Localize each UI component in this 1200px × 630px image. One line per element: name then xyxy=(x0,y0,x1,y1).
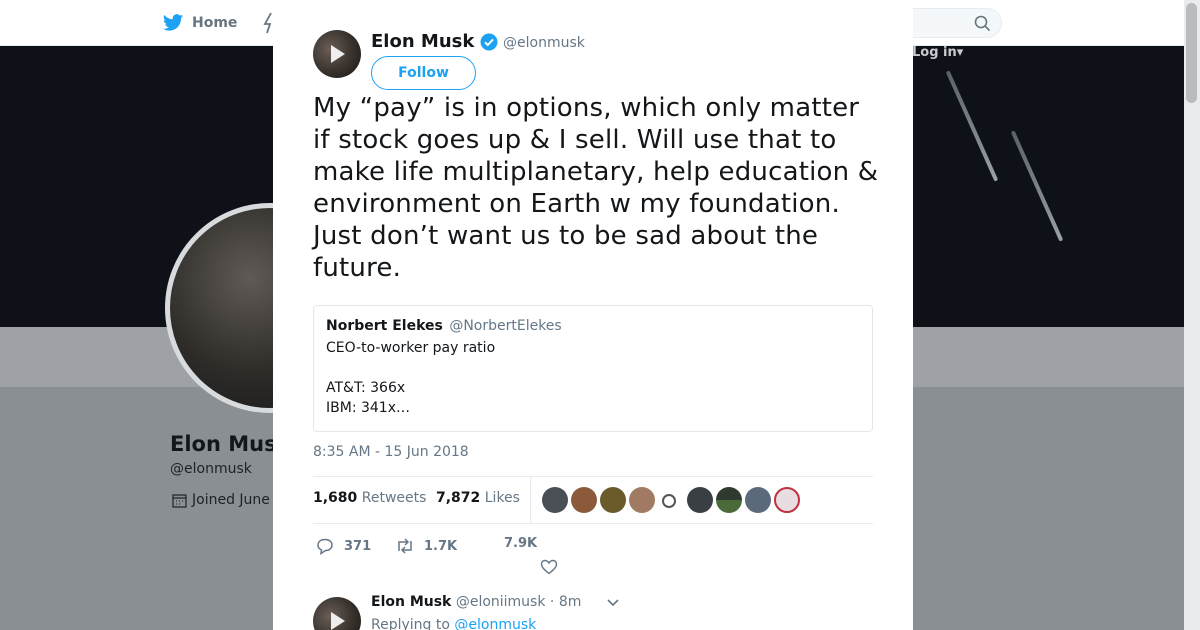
profile-joined-date: Joined June xyxy=(172,492,270,508)
retweets-stat[interactable]: 1,680 Retweets xyxy=(313,490,426,506)
author-avatar[interactable] xyxy=(313,30,361,78)
search-icon xyxy=(974,15,991,32)
liker-avatar[interactable] xyxy=(542,487,568,513)
liker-avatar[interactable] xyxy=(745,487,771,513)
quoted-tweet[interactable]: Norbert Elekes @NorbertElekes CEO-to-wor… xyxy=(313,305,873,432)
scrollbar-thumb[interactable] xyxy=(1186,3,1197,103)
author-name[interactable]: Elon Musk xyxy=(371,31,498,52)
liker-avatar[interactable] xyxy=(687,487,713,513)
likes-stat[interactable]: 7,872 Likes xyxy=(436,490,520,506)
quoted-author-name: Norbert Elekes xyxy=(326,318,443,334)
tweet-actions: 371 1.7K 7.9K xyxy=(313,534,873,584)
chevron-down-icon[interactable] xyxy=(606,598,620,608)
tweet-timestamp[interactable]: 8:35 AM - 15 Jun 2018 xyxy=(313,444,469,460)
replying-to: Replying to @elonmusk xyxy=(371,617,536,630)
replying-to-link[interactable]: @elonmusk xyxy=(454,617,536,630)
liker-avatar[interactable] xyxy=(662,494,676,508)
retweet-count: 1.7K xyxy=(424,538,458,554)
reply-count: 371 xyxy=(344,538,372,554)
like-button[interactable]: 7.9K xyxy=(504,536,537,551)
reply-time: · 8m xyxy=(549,594,582,610)
author-handle[interactable]: @elonmusk xyxy=(503,35,585,51)
home-nav-label: Home xyxy=(192,15,238,31)
reply-button[interactable]: 371 xyxy=(315,536,371,556)
home-nav-link[interactable]: Home xyxy=(162,12,237,34)
liker-avatar[interactable] xyxy=(716,487,742,513)
reply-icon xyxy=(317,538,333,556)
login-dropdown[interactable]: Log in▾ xyxy=(912,45,963,60)
reply-author-name: Elon Musk xyxy=(371,594,452,610)
liker-avatar[interactable] xyxy=(629,487,655,513)
calendar-icon xyxy=(172,493,187,508)
close-icon[interactable] xyxy=(1155,12,1179,36)
reply-author-handle: @eloniimusk xyxy=(455,594,546,610)
quoted-author-handle: @NorbertElekes xyxy=(449,318,562,334)
profile-handle: @elonmusk xyxy=(170,461,252,477)
follow-button[interactable]: Follow xyxy=(371,56,476,90)
twitter-bird-icon xyxy=(162,14,184,31)
tweet-stats: 1,680 Retweets 7,872 Likes xyxy=(313,476,873,524)
heart-icon[interactable] xyxy=(540,558,558,576)
liker-avatar[interactable] xyxy=(571,487,597,513)
liker-avatar[interactable] xyxy=(600,487,626,513)
stats-divider xyxy=(530,477,531,523)
retweet-button[interactable]: 1.7K xyxy=(395,536,457,556)
verified-badge-icon xyxy=(480,33,498,50)
reply-author-avatar[interactable] xyxy=(313,597,361,630)
reply-author[interactable]: Elon Musk @eloniimusk · 8m xyxy=(371,594,581,610)
tweet-modal: Elon Musk @elonmusk Follow My “pay” is i… xyxy=(273,0,913,630)
retweet-icon xyxy=(398,538,412,554)
like-count: 7.9K xyxy=(504,536,538,551)
quoted-tweet-text: CEO-to-worker pay ratio AT&T: 366x IBM: … xyxy=(326,340,496,416)
tweet-text: My “pay” is in options, which only matte… xyxy=(313,93,879,283)
liker-avatar[interactable] xyxy=(774,487,800,513)
